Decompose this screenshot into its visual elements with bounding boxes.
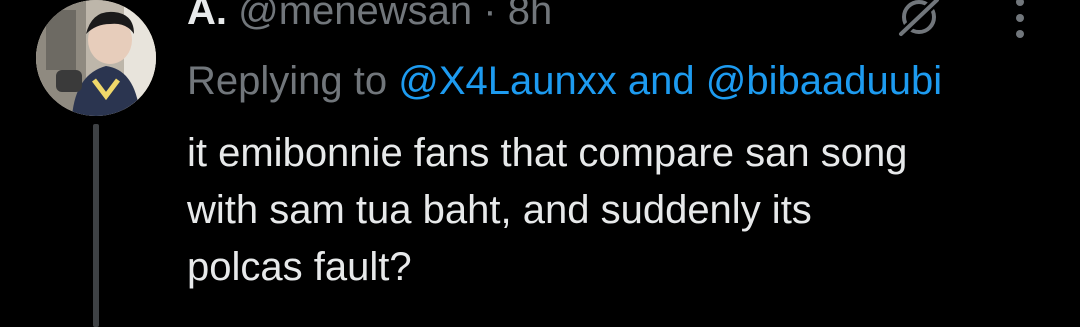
more-options-icon[interactable] xyxy=(1008,0,1032,40)
mention-link[interactable]: @X4Launxx xyxy=(398,59,617,103)
replying-to: Replying to @X4Launxx and @bibaaduubi xyxy=(187,56,942,106)
tweet-header: A. @menewsan · 8h xyxy=(187,0,552,36)
replying-to-label: Replying to xyxy=(187,59,388,103)
avatar-image xyxy=(36,0,156,116)
grok-icon[interactable] xyxy=(895,0,943,38)
user-handle[interactable]: @menewsan xyxy=(238,0,472,33)
tweet-text-line: it emibonnie fans that compare san song xyxy=(187,131,908,175)
separator-dot: · xyxy=(483,0,497,33)
display-name[interactable]: A. xyxy=(187,0,227,33)
tweet-text: it emibonnie fans that compare san song … xyxy=(187,125,1047,296)
tweet-text-line: polcas fault? xyxy=(187,245,412,289)
mention-link[interactable]: @bibaaduubi xyxy=(706,59,942,103)
timestamp[interactable]: 8h xyxy=(508,0,553,33)
tweet-text-line: with sam tua baht, and suddenly its xyxy=(187,188,812,232)
mention-conjunction: and xyxy=(627,59,695,103)
avatar[interactable] xyxy=(36,0,156,116)
tweet[interactable]: A. @menewsan · 8h Replying to @X4Launxx … xyxy=(0,0,1080,327)
thread-line xyxy=(93,124,99,327)
